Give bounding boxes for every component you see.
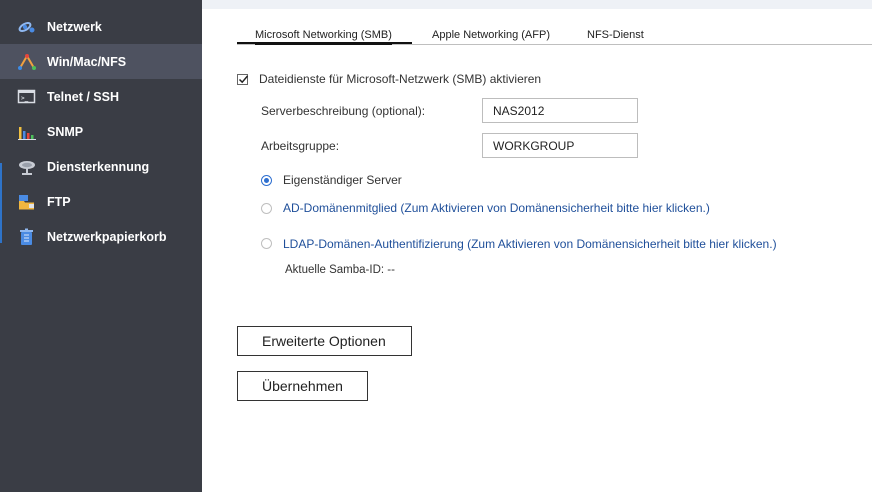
server-description-input[interactable]	[482, 98, 638, 123]
sidebar-item-netzwerkpapierkorb[interactable]: Netzwerkpapierkorb	[0, 219, 202, 254]
chart-bars-icon	[17, 123, 37, 141]
svg-text:>_: >_	[21, 95, 29, 102]
radio-ldap-auth[interactable]	[261, 238, 272, 249]
server-description-label: Serverbeschreibung (optional):	[261, 104, 426, 118]
network-icon	[17, 18, 37, 36]
sidebar-item-label: Telnet / SSH	[47, 89, 120, 104]
sidebar-item-label: Netzwerkpapierkorb	[47, 229, 167, 244]
sidebar: Netzwerk Win/Mac/NFS >_ Telnet / SSH SNM…	[0, 0, 202, 492]
sidebar-item-netzwerk[interactable]: Netzwerk	[0, 9, 202, 44]
tab-afp[interactable]: Apple Networking (AFP)	[432, 28, 550, 42]
samba-id-text: Aktuelle Samba-ID: --	[285, 264, 395, 276]
sidebar-item-label: Netzwerk	[47, 19, 102, 34]
smb-enable-label: Dateidienste für Microsoft-Netzwerk (SMB…	[259, 72, 542, 86]
sidebar-item-label: FTP	[47, 194, 71, 209]
sidebar-item-label: Win/Mac/NFS	[47, 54, 127, 69]
recycle-bin-icon	[17, 228, 37, 246]
top-band	[202, 0, 872, 9]
terminal-icon: >_	[17, 88, 37, 106]
radio-ad-label[interactable]: AD-Domänenmitglied (Zum Aktivieren von D…	[283, 201, 710, 215]
apply-button[interactable]: Übernehmen	[237, 371, 368, 401]
radio-standalone-label: Eigenständiger Server	[283, 173, 402, 187]
radio-ad-domain-member[interactable]	[261, 203, 272, 214]
sidebar-item-ftp[interactable]: FTP	[0, 184, 202, 219]
advanced-options-button[interactable]: Erweiterte Optionen	[237, 326, 412, 356]
tab-smb-underline	[237, 42, 412, 44]
sidebar-item-win-mac-nfs[interactable]: Win/Mac/NFS	[0, 44, 202, 79]
checkmark-icon	[238, 75, 249, 84]
sidebar-item-label: SNMP	[47, 124, 84, 139]
workgroup-input[interactable]	[482, 133, 638, 158]
radio-ldap-label[interactable]: LDAP-Domänen-Authentifizierung (Zum Akti…	[283, 237, 777, 251]
win-mac-nfs-icon	[17, 53, 37, 71]
workgroup-label: Arbeitsgruppe:	[261, 139, 340, 153]
radio-standalone-server[interactable]	[261, 175, 272, 186]
satellite-dish-icon	[17, 158, 37, 176]
ftp-folder-icon	[17, 193, 37, 211]
sidebar-item-diensterkennung[interactable]: Diensterkennung	[0, 149, 202, 184]
tab-nfs[interactable]: NFS-Dienst	[587, 28, 644, 42]
smb-enable-checkbox[interactable]	[237, 74, 249, 85]
sidebar-item-label: Diensterkennung	[47, 159, 150, 174]
sidebar-item-snmp[interactable]: SNMP	[0, 114, 202, 149]
sidebar-item-telnet-ssh[interactable]: >_ Telnet / SSH	[0, 79, 202, 114]
